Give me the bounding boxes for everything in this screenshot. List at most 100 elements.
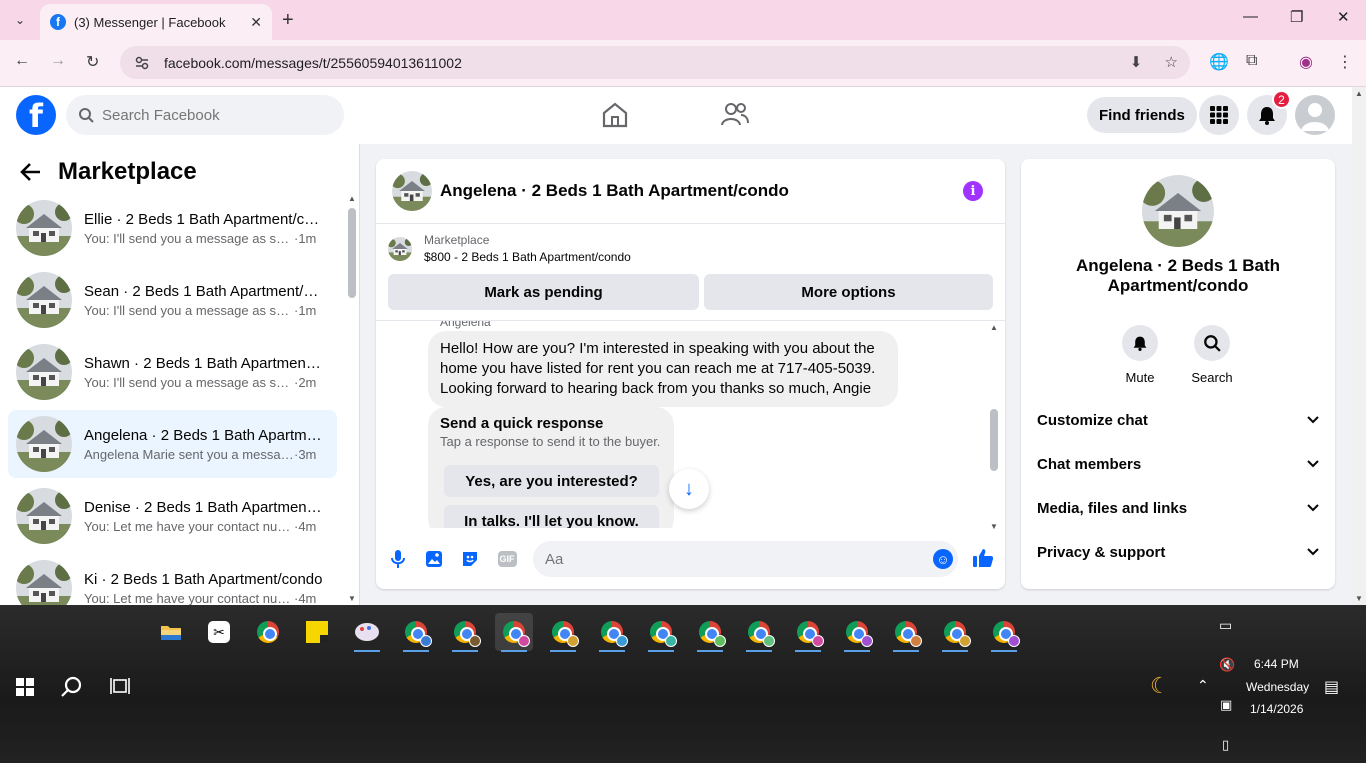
- chrome-profile-icon[interactable]: [446, 613, 484, 652]
- chrome-profile-icon[interactable]: [985, 613, 1023, 652]
- forward-icon[interactable]: →: [50, 52, 66, 70]
- install-app-icon[interactable]: ⬇: [1130, 54, 1143, 71]
- chrome-profile-icon[interactable]: [691, 613, 729, 652]
- conversation-item[interactable]: Shawn · 2 Beds 1 Bath Apartment/condo You…: [8, 338, 337, 406]
- facebook-search[interactable]: [66, 95, 344, 135]
- chat-panel: Angelena · 2 Beds 1 Bath Apartment/condo…: [376, 159, 1005, 589]
- search-input[interactable]: [102, 106, 322, 124]
- tray-battery-icon[interactable]: ▯: [1222, 737, 1229, 753]
- chrome-profile-icon[interactable]: [887, 613, 925, 652]
- quick-response-yes[interactable]: Yes, are you interested?: [444, 465, 659, 497]
- facebook-logo[interactable]: f: [16, 95, 56, 135]
- browser-tab-messenger[interactable]: f (3) Messenger | Facebook ✕: [40, 4, 272, 40]
- message-thread[interactable]: Angelena Hello! How are you? I'm interes…: [376, 320, 1005, 528]
- conversation-list-scrollbar[interactable]: ▲ ▼: [347, 194, 357, 605]
- chrome-profile-icon[interactable]: [740, 613, 778, 652]
- marketplace-label: Marketplace: [424, 233, 490, 247]
- find-friends-button[interactable]: Find friends: [1087, 97, 1197, 133]
- clock-time[interactable]: 6:44 PM: [1254, 657, 1299, 671]
- mute-label: Mute: [1125, 370, 1155, 385]
- new-tab-button[interactable]: +: [282, 9, 294, 32]
- friends-icon[interactable]: [720, 101, 750, 134]
- search-conversation-button[interactable]: Search: [1182, 325, 1242, 385]
- restore-icon[interactable]: ❐: [1290, 8, 1303, 26]
- chrome-profile-icon[interactable]: [936, 613, 974, 652]
- conversation-preview: You: I'll send you a message as soon as …: [84, 374, 294, 390]
- notification-center-icon[interactable]: ▤: [1324, 677, 1339, 697]
- translate-icon[interactable]: 🌐: [1209, 52, 1229, 72]
- page-scrollbar[interactable]: ▲ ▼: [1352, 87, 1366, 605]
- scroll-to-bottom-icon[interactable]: ↓: [669, 469, 709, 509]
- address-bar[interactable]: facebook.com/messages/t/2556059401361100…: [120, 46, 1190, 79]
- close-tab-icon[interactable]: ✕: [250, 14, 262, 31]
- chrome-profile-icon[interactable]: [789, 613, 827, 652]
- thumbs-up-icon[interactable]: [972, 547, 994, 574]
- mute-button[interactable]: Mute: [1110, 325, 1170, 385]
- bookmark-star-icon[interactable]: ☆: [1165, 54, 1178, 71]
- back-arrow-icon[interactable]: [20, 162, 42, 182]
- site-info-icon[interactable]: [134, 55, 150, 71]
- home-icon[interactable]: [600, 101, 630, 134]
- night-light-icon[interactable]: ☾: [1150, 673, 1170, 699]
- conversation-preview: You: I'll send you a message as soon as …: [84, 302, 294, 318]
- chat-avatar: [392, 171, 432, 211]
- microphone-icon[interactable]: [388, 549, 408, 569]
- chrome-profile-icon[interactable]: [397, 613, 435, 652]
- incoming-message-bubble[interactable]: Hello! How are you? I'm interested in sp…: [428, 331, 898, 407]
- photo-icon[interactable]: [424, 549, 444, 569]
- task-view-icon[interactable]: [110, 677, 130, 700]
- windows-start-icon[interactable]: [16, 678, 34, 701]
- back-icon[interactable]: ←: [14, 52, 30, 70]
- tray-device-icon[interactable]: ▭: [1219, 617, 1232, 634]
- chat-header[interactable]: Angelena · 2 Beds 1 Bath Apartment/condo: [376, 159, 1005, 224]
- details-section-label: Media, files and links: [1037, 499, 1188, 517]
- sticker-icon[interactable]: [460, 549, 480, 569]
- chrome-menu-icon[interactable]: ⋮: [1337, 52, 1353, 72]
- chrome-icon[interactable]: [249, 613, 287, 651]
- network-icon[interactable]: ▣: [1220, 697, 1232, 713]
- menu-grid-icon[interactable]: [1199, 95, 1239, 135]
- volume-muted-icon[interactable]: 🔇: [1219, 657, 1235, 673]
- chrome-profile-icon[interactable]: [642, 613, 680, 652]
- chat-title: Angelena · 2 Beds 1 Bath Apartment/condo: [440, 181, 789, 200]
- details-section-row[interactable]: Chat members: [1037, 442, 1319, 486]
- close-window-icon[interactable]: ✕: [1337, 8, 1350, 26]
- quick-response-in-talks[interactable]: In talks. I'll let you know.: [444, 505, 659, 528]
- emoji-icon[interactable]: ☺: [933, 549, 953, 569]
- extensions-icon[interactable]: ⧉: [1246, 52, 1257, 70]
- details-section-row[interactable]: Customize chat: [1037, 398, 1319, 442]
- more-options-button[interactable]: More options: [704, 274, 993, 310]
- account-avatar[interactable]: [1295, 95, 1335, 135]
- reload-icon[interactable]: ↻: [86, 52, 99, 72]
- gif-icon[interactable]: GIF: [496, 549, 518, 569]
- details-section-row[interactable]: Privacy & support: [1037, 530, 1319, 574]
- paint-icon[interactable]: [348, 613, 386, 652]
- conversation-item[interactable]: Ellie · 2 Beds 1 Bath Apartment/condo You…: [8, 194, 337, 262]
- file-explorer-icon[interactable]: [152, 613, 190, 651]
- conversation-time: ·3m: [294, 446, 317, 462]
- capcut-icon[interactable]: ✂: [200, 613, 238, 651]
- info-icon[interactable]: i: [963, 181, 983, 201]
- taskbar-search-icon[interactable]: [60, 675, 84, 704]
- mark-as-pending-button[interactable]: Mark as pending: [388, 274, 699, 310]
- tab-search-chevron-icon[interactable]: ⌄: [8, 8, 32, 32]
- clock-day[interactable]: Wednesday: [1246, 680, 1309, 694]
- message-input[interactable]: [533, 541, 958, 577]
- conversation-item[interactable]: Angelena · 2 Beds 1 Bath Apartment/condo…: [8, 410, 337, 478]
- conversation-item[interactable]: Denise · 2 Beds 1 Bath Apartment/condo Yo…: [8, 482, 337, 550]
- details-section-row[interactable]: Media, files and links: [1037, 486, 1319, 530]
- chrome-profile-icon[interactable]: [544, 613, 582, 652]
- marketplace-listing[interactable]: Marketplace $800 - 2 Beds 1 Bath Apartme…: [388, 233, 631, 264]
- chrome-profile-icon[interactable]: [838, 613, 876, 652]
- clock-date[interactable]: 1/14/2026: [1250, 702, 1303, 716]
- details-section-label: Customize chat: [1037, 411, 1148, 429]
- sticky-notes-icon[interactable]: [298, 613, 336, 651]
- tray-overflow-chevron-icon[interactable]: ⌃: [1197, 677, 1209, 694]
- conversation-item[interactable]: Sean · 2 Beds 1 Bath Apartment/condo You:…: [8, 266, 337, 334]
- minimize-icon[interactable]: —: [1243, 8, 1258, 25]
- chrome-profile-icon[interactable]: [495, 613, 533, 652]
- message-scrollbar[interactable]: ▲ ▼: [988, 323, 1000, 531]
- chevron-down-icon: [1307, 548, 1319, 556]
- chrome-profile-icon[interactable]: [593, 613, 631, 652]
- profile-icon[interactable]: ◉: [1299, 52, 1313, 72]
